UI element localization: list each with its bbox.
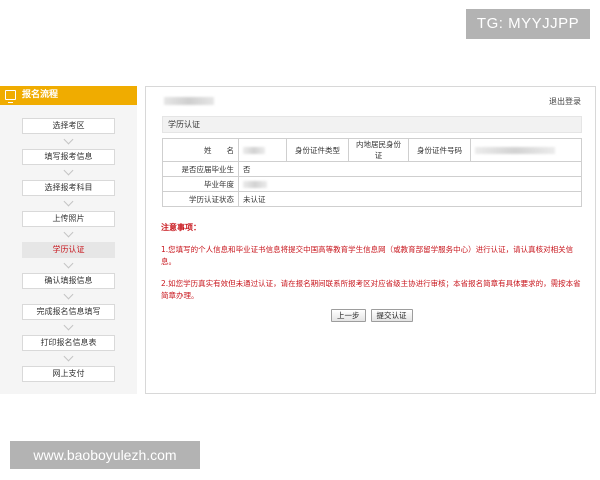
- submit-certification-button[interactable]: 提交认证: [370, 309, 413, 322]
- note-1: 1.您填写的个人信息和毕业证书信息将提交中国高等教育学生信息网（或教育部留学服务…: [161, 245, 574, 266]
- table-row: 是否应届毕业生 否: [162, 161, 582, 177]
- id-number-value: [470, 138, 582, 162]
- prev-button[interactable]: 上一步: [331, 309, 366, 322]
- watermark-top: TG: MYYJJPP: [466, 9, 590, 39]
- note-2: 2.如您学历真实有效但未通过认证，请在报名期间联系所报考区对应省级主协进行审核；…: [161, 279, 581, 300]
- graduate-label: 是否应届毕业生: [162, 161, 239, 177]
- sidebar-title: 报名流程: [22, 90, 59, 100]
- top-bar: 退出登录: [146, 87, 595, 111]
- status-label: 学历认证状态: [162, 191, 239, 207]
- monitor-icon: [5, 90, 16, 103]
- chevron-down-icon: [22, 227, 115, 242]
- chevron-down-icon: [22, 258, 115, 273]
- main-panel: 退出登录 学历认证 姓 名 身份证件类型 内地居民身份证 身份证件号码 是否应届…: [145, 86, 596, 394]
- step-item[interactable]: 选择考区: [22, 118, 115, 134]
- chevron-down-icon: [22, 165, 115, 180]
- chevron-down-icon: [22, 289, 115, 304]
- status-value: 未认证: [238, 191, 582, 207]
- name-label: 姓 名: [162, 138, 239, 162]
- section-title: 学历认证: [162, 116, 582, 133]
- chevron-down-icon: [22, 320, 115, 335]
- step-item[interactable]: 打印报名信息表: [22, 335, 115, 351]
- table-row: 姓 名 身份证件类型 内地居民身份证 身份证件号码: [162, 138, 582, 162]
- step-item[interactable]: 完成报名信息填写: [22, 304, 115, 320]
- id-type-label: 身份证件类型: [286, 138, 349, 162]
- chevron-down-icon: [22, 196, 115, 211]
- watermark-bottom: www.baoboyulezh.com: [10, 441, 200, 469]
- logout-link[interactable]: 退出登录: [549, 96, 581, 107]
- user-name-redacted: [164, 97, 214, 105]
- id-number-label: 身份证件号码: [408, 138, 471, 162]
- id-type-value: 内地居民身份证: [348, 138, 409, 162]
- info-table: 姓 名 身份证件类型 内地居民身份证 身份证件号码 是否应届毕业生 否 毕业年度…: [162, 138, 582, 207]
- grad-year-label: 毕业年度: [162, 176, 239, 192]
- table-row: 学历认证状态 未认证: [162, 191, 582, 207]
- step-item[interactable]: 学历认证: [22, 242, 115, 258]
- step-item[interactable]: 填写报考信息: [22, 149, 115, 165]
- step-item[interactable]: 确认填报信息: [22, 273, 115, 289]
- chevron-down-icon: [22, 351, 115, 366]
- table-row: 毕业年度: [162, 176, 582, 192]
- sidebar: 报名流程 选择考区填写报考信息 选择报考科目 上传照片学历认证确认填报信息 完成报名信…: [0, 86, 137, 394]
- notes-title: 注意事项：: [161, 223, 201, 232]
- step-item[interactable]: 选择报考科目: [22, 180, 115, 196]
- graduate-value: 否: [238, 161, 582, 177]
- chevron-down-icon: [22, 134, 115, 149]
- step-item[interactable]: 网上支付: [22, 366, 115, 382]
- sidebar-header: 报名流程: [0, 86, 137, 105]
- button-group: 上一步 提交认证: [331, 309, 413, 322]
- grad-year-value: [238, 176, 582, 192]
- name-value: [238, 138, 287, 162]
- step-list: 选择考区填写报考信息 选择报考科目 上传照片学历认证确认填报信息 完成报名信息填写 打印…: [22, 118, 115, 382]
- step-item[interactable]: 上传照片: [22, 211, 115, 227]
